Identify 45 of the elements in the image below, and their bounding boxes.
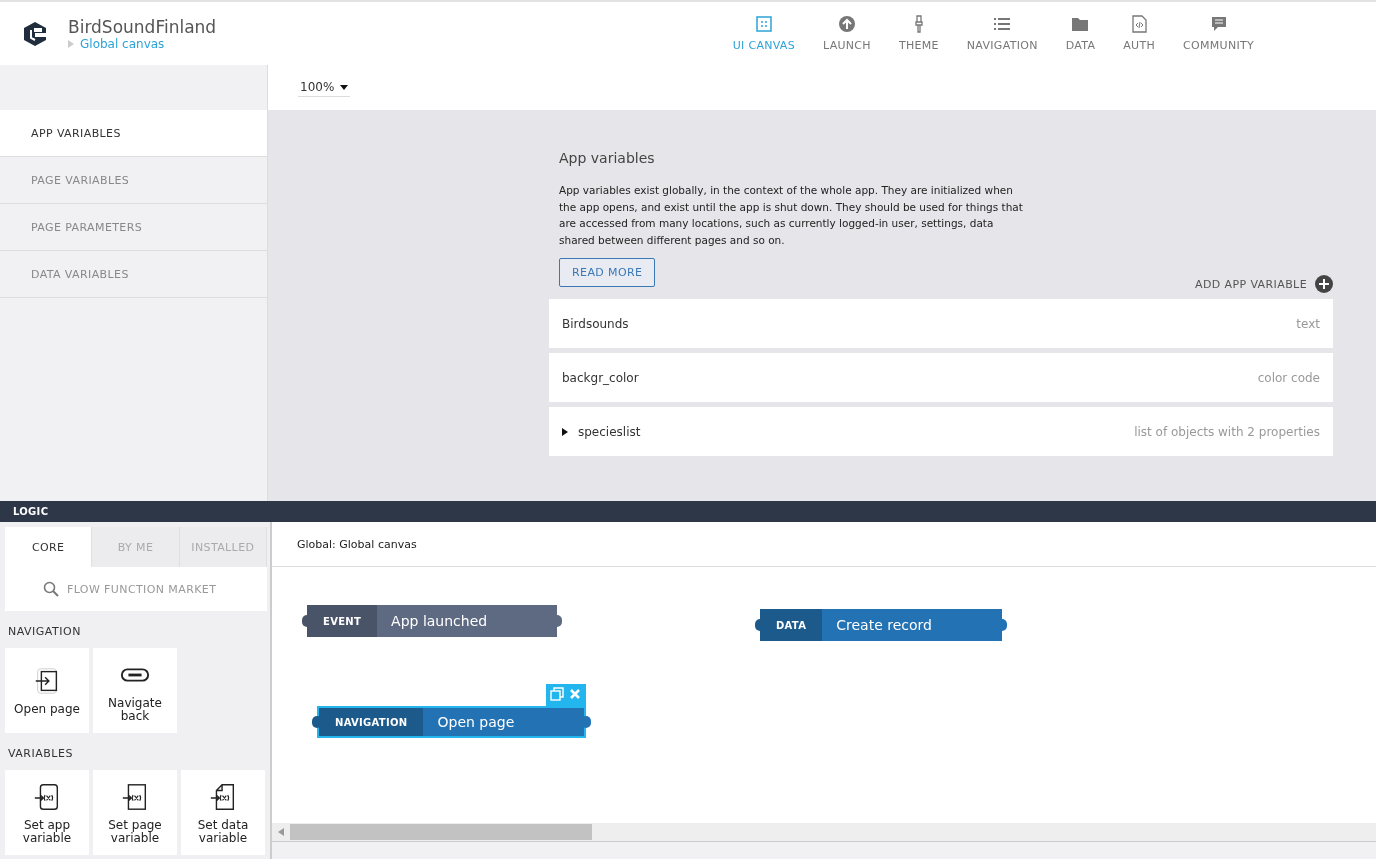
variable-row[interactable]: specieslist list of objects with 2 properties xyxy=(549,407,1333,456)
function-tile[interactable]: Navigate back xyxy=(93,648,177,733)
variable-type: list of objects with 2 properties xyxy=(1134,424,1320,439)
read-more-button[interactable]: READ MORE xyxy=(559,258,656,287)
description-text: App variables exist globally, in the context of the whole app. They are initialized when the app opens, and exist until the app is shut down. They should be used for things that are accessed from many locations, such as currently logged-in user, settings, data shared between different pages and so on. xyxy=(559,183,1024,248)
upload-icon[interactable] xyxy=(837,15,856,33)
variable-name: Birdsounds xyxy=(562,316,629,331)
function-tile[interactable]: Open page xyxy=(5,648,89,733)
variable-type: text xyxy=(1296,316,1320,331)
search-icon xyxy=(43,581,59,597)
app-name: BirdSoundFinland xyxy=(68,16,217,37)
caret-icon xyxy=(68,39,74,48)
variable-row[interactable]: backgr_color color code xyxy=(549,353,1333,402)
group-title: VARIABLES xyxy=(8,747,74,760)
nav-tab[interactable]: DATA xyxy=(1053,11,1108,56)
function-tile[interactable]: Set page variable xyxy=(93,770,177,855)
chat-icon[interactable] xyxy=(1209,15,1228,33)
scrollbar-thumb[interactable] xyxy=(290,824,592,840)
function-tile[interactable]: Set app variable xyxy=(5,770,89,855)
folder-icon[interactable] xyxy=(1071,15,1090,33)
logic-tab[interactable]: CORE xyxy=(5,527,93,567)
variable-row[interactable]: Birdsounds text xyxy=(549,299,1333,348)
zoom-dropdown[interactable]: 100% xyxy=(298,78,351,97)
nav-tab[interactable]: NAVIGATION xyxy=(954,11,1050,56)
variable-name: specieslist xyxy=(578,424,641,439)
sidebar-item[interactable]: APP VARIABLES xyxy=(0,110,267,157)
scroll-left-icon[interactable] xyxy=(278,828,284,836)
variable-type: color code xyxy=(1257,370,1320,385)
list-icon[interactable] xyxy=(993,15,1012,33)
logic-bar: LOGIC xyxy=(0,501,1376,522)
nav-tab[interactable]: THEME xyxy=(886,11,951,56)
section-title: App variables xyxy=(559,150,656,166)
logo-icon xyxy=(22,20,48,47)
close-icon[interactable] xyxy=(568,687,583,701)
variable-name: backgr_color xyxy=(562,370,639,385)
function-tile[interactable]: Set data variable xyxy=(181,770,265,855)
add-variable-button[interactable]: ADD APP VARIABLE xyxy=(1194,277,1307,291)
group-title: NAVIGATION xyxy=(8,625,82,638)
code-file-icon[interactable] xyxy=(1130,15,1149,33)
nav-tab[interactable]: AUTH xyxy=(1111,11,1167,56)
expand-icon[interactable] xyxy=(562,427,568,436)
nav-tab[interactable]: LAUNCH xyxy=(810,11,883,56)
add-icon[interactable] xyxy=(1315,275,1333,293)
nav-tab[interactable]: COMMUNITY xyxy=(1171,11,1266,56)
caret-icon[interactable] xyxy=(340,84,349,90)
